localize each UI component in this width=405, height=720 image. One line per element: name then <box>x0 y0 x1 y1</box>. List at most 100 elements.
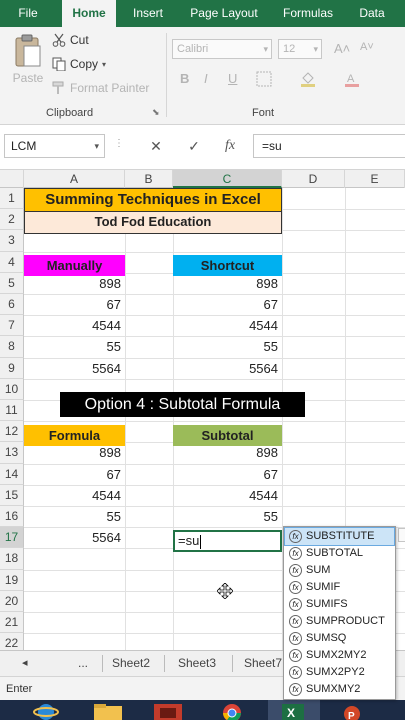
subtitle-cell[interactable]: Tod Fod Education <box>24 212 282 234</box>
autocomplete-item[interactable]: fx SUMIFS <box>285 596 394 613</box>
autocomplete-item[interactable]: fx SUMXMY2 <box>285 681 394 698</box>
value-cell[interactable]: 67 <box>24 294 125 315</box>
fill-color-button[interactable] <box>300 71 316 87</box>
dialog-launcher-icon[interactable]: ⬊ <box>152 107 160 118</box>
row-header-8[interactable]: 8 <box>0 336 24 358</box>
bold-button[interactable]: B <box>180 71 189 86</box>
value-cell[interactable]: 898 <box>173 273 282 294</box>
row-header-20[interactable]: 20 <box>0 590 24 612</box>
name-box[interactable]: LCM ▾ <box>4 134 105 158</box>
file-explorer-icon[interactable] <box>88 700 128 720</box>
column-header-e[interactable]: E <box>345 170 405 188</box>
excel-taskbar-button[interactable]: X <box>268 700 320 720</box>
powerpoint-icon[interactable]: P <box>332 700 372 720</box>
value-cell[interactable]: 4544 <box>24 315 125 336</box>
insert-function-icon[interactable]: fx <box>220 134 240 158</box>
row-header-10[interactable]: 10 <box>0 378 24 400</box>
autocomplete-item[interactable]: fx SUMX2PY2 <box>285 664 394 681</box>
tab-insert[interactable]: Insert <box>122 0 174 27</box>
row-header-1[interactable]: 1 <box>0 188 24 210</box>
autocomplete-item[interactable]: fx SUMSQ <box>285 630 394 647</box>
row-header-19[interactable]: 19 <box>0 569 24 591</box>
row-header-4[interactable]: 4 <box>0 251 24 273</box>
more-sheets-button[interactable]: ... <box>78 651 88 676</box>
value-cell[interactable]: 4544 <box>173 315 282 336</box>
row-header-3[interactable]: 3 <box>0 230 24 252</box>
column-header-a[interactable]: A <box>24 170 125 188</box>
column-header-b[interactable]: B <box>125 170 173 188</box>
grow-font-button[interactable]: A˄ <box>334 41 350 56</box>
tab-formulas[interactable]: Formulas <box>276 0 340 27</box>
tab-data[interactable]: Data <box>352 0 392 27</box>
sheet-tab-sheet7[interactable]: Sheet7 <box>244 651 282 676</box>
autocomplete-item-label: SUMPRODUCT <box>306 615 385 627</box>
value-cell[interactable]: 4544 <box>24 485 125 506</box>
enter-icon[interactable]: ✓ <box>184 134 204 158</box>
column-header-c[interactable]: C <box>173 170 282 188</box>
autocomplete-item[interactable]: fx SUMIF <box>285 579 394 596</box>
shrink-font-button[interactable]: A˅ <box>360 41 374 53</box>
value-cell[interactable]: 67 <box>24 464 125 485</box>
row-header-7[interactable]: 7 <box>0 315 24 337</box>
value-cell[interactable]: 898 <box>24 442 125 463</box>
select-all-corner[interactable] <box>0 170 24 188</box>
value-cell[interactable]: 5564 <box>24 358 125 379</box>
title-cell[interactable]: Summing Techniques in Excel <box>24 188 282 212</box>
scroll-tabs-left-icon[interactable]: ◂ <box>22 651 28 676</box>
tab-home[interactable]: Home <box>62 0 116 27</box>
sheet-tab-sheet3[interactable]: Sheet3 <box>178 651 216 676</box>
value-cell[interactable]: 898 <box>24 273 125 294</box>
copy-dropdown-icon[interactable]: ▾ <box>102 60 106 69</box>
underline-button[interactable]: U <box>228 71 237 86</box>
cut-button[interactable]: Cut <box>52 33 89 47</box>
autocomplete-item[interactable]: fx SUM <box>285 562 394 579</box>
value-cell[interactable]: 55 <box>24 336 125 357</box>
row-header-18[interactable]: 18 <box>0 548 24 570</box>
value-cell[interactable]: 55 <box>173 336 282 357</box>
row-header-16[interactable]: 16 <box>0 506 24 528</box>
row-header-22[interactable]: 22 <box>0 633 24 650</box>
font-name-combo[interactable]: Calibri ▾ <box>172 39 272 59</box>
autocomplete-item[interactable]: fx SUMPRODUCT <box>285 613 394 630</box>
autocomplete-item[interactable]: fx SUBSTITUTE <box>284 527 395 546</box>
row-header-13[interactable]: 13 <box>0 442 24 464</box>
tab-file[interactable]: File <box>4 0 52 27</box>
value-cell[interactable]: 4544 <box>173 485 282 506</box>
row-header-12[interactable]: 12 <box>0 421 24 443</box>
row-header-2[interactable]: 2 <box>0 209 24 231</box>
italic-button[interactable]: I <box>204 71 208 86</box>
row-header-9[interactable]: 9 <box>0 357 24 379</box>
paste-button[interactable]: Paste <box>8 33 48 85</box>
value-cell[interactable]: 5564 <box>24 527 125 548</box>
copy-button[interactable]: Copy ▾ <box>52 57 106 71</box>
row-header-21[interactable]: 21 <box>0 612 24 634</box>
autocomplete-item[interactable]: fx SUBTOTAL <box>285 545 394 562</box>
row-header-5[interactable]: 5 <box>0 272 24 294</box>
value-cell[interactable]: 55 <box>24 506 125 527</box>
value-cell[interactable]: 67 <box>173 294 282 315</box>
row-header-15[interactable]: 15 <box>0 484 24 506</box>
value-cell[interactable]: 898 <box>173 442 282 463</box>
row-header-17[interactable]: 17 <box>0 527 24 549</box>
media-icon[interactable] <box>148 700 188 720</box>
format-painter-button[interactable]: Format Painter <box>52 81 149 95</box>
value-cell[interactable]: 55 <box>173 506 282 527</box>
internet-explorer-icon[interactable] <box>26 700 66 720</box>
resize-handle-icon[interactable]: ⋮ <box>114 138 124 149</box>
cancel-icon[interactable]: ✕ <box>146 134 166 158</box>
sheet-tab-sheet2[interactable]: Sheet2 <box>112 651 150 676</box>
autocomplete-item[interactable]: fx SUMX2MY2 <box>285 647 394 664</box>
row-header-11[interactable]: 11 <box>0 400 24 422</box>
value-cell[interactable]: 5564 <box>173 358 282 379</box>
borders-button[interactable] <box>256 71 272 87</box>
active-cell-c17[interactable]: =su <box>173 530 282 552</box>
formula-input[interactable]: =su <box>253 134 405 158</box>
chrome-icon[interactable] <box>212 700 252 720</box>
value-cell[interactable]: 67 <box>173 464 282 485</box>
row-header-6[interactable]: 6 <box>0 294 24 316</box>
tab-page-layout[interactable]: Page Layout <box>182 0 266 27</box>
font-color-button[interactable]: A <box>344 71 360 87</box>
column-header-d[interactable]: D <box>282 170 345 188</box>
font-size-combo[interactable]: 12 ▾ <box>278 39 322 59</box>
row-header-14[interactable]: 14 <box>0 463 24 485</box>
